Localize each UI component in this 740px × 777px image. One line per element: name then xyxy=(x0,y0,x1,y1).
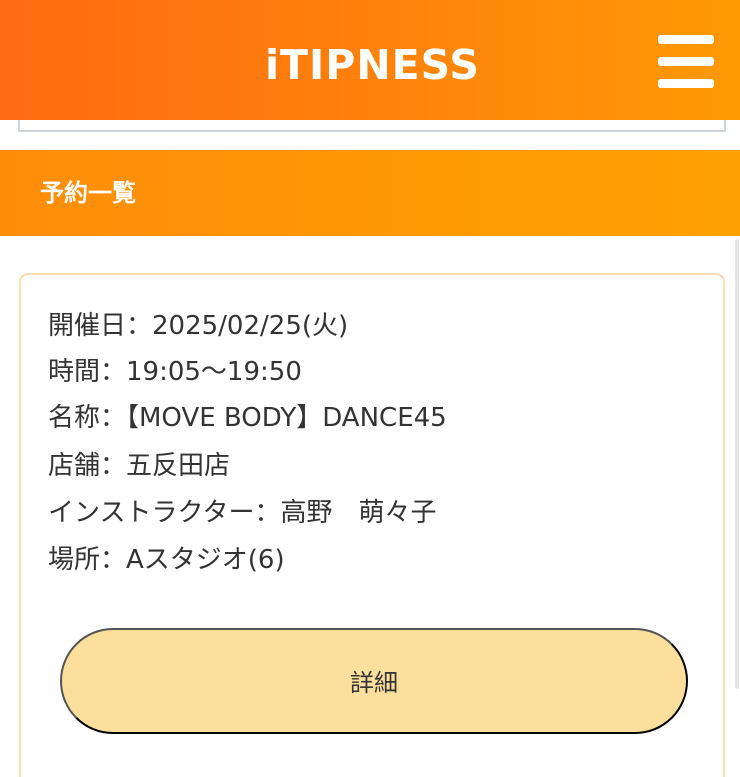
detail-button[interactable]: 詳細 xyxy=(60,628,688,734)
reservation-instructor: インストラクター：高野 萌々子 xyxy=(48,498,437,528)
itipness-logo[interactable]: iTIPNESS xyxy=(265,38,481,92)
reservation-list-header: 予約一覧 xyxy=(0,150,740,236)
top-header: iTIPNESS xyxy=(0,0,740,120)
reservation-date: 開催日：2025/02/25(火) xyxy=(48,311,349,341)
previous-panel-edge xyxy=(18,120,726,132)
reservation-location: 場所：Aスタジオ(6) xyxy=(48,545,285,575)
hamburger-menu-icon xyxy=(658,35,714,44)
reservation-time: 時間：19:05〜19:50 xyxy=(48,357,302,387)
section-title: 予約一覧 xyxy=(40,179,136,207)
hamburger-menu-icon xyxy=(658,79,714,88)
reservation-name: 名称：【MOVE BODY】DANCE45 xyxy=(48,403,447,433)
reservation-store: 店舗：五反田店 xyxy=(48,451,231,481)
vertical-scrollbar[interactable] xyxy=(735,239,739,689)
hamburger-menu-button[interactable] xyxy=(650,30,722,92)
hamburger-menu-icon xyxy=(658,57,714,66)
reservation-card: 開催日：2025/02/25(火) 時間：19:05〜19:50 名称：【MOV… xyxy=(19,273,725,777)
reservation-page: iTIPNESS 予約一覧 開催日：2025/02/25(火) 時間：19:05… xyxy=(0,0,740,777)
